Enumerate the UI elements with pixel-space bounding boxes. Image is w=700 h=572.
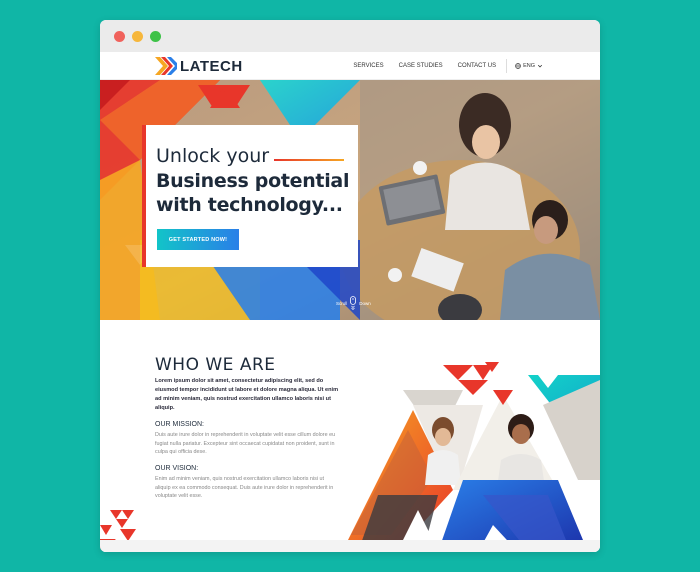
- mission-heading: OUR MISSION:: [155, 421, 205, 428]
- who-we-are-section: WHO WE ARE Lorem ipsum dolor sit amet, c…: [100, 320, 600, 552]
- hero-heading-line1: Unlock your: [156, 145, 270, 167]
- close-window-button[interactable]: [114, 31, 125, 42]
- down-label: Down: [359, 300, 371, 306]
- nav-case-studies[interactable]: CASE STUDIES: [399, 63, 443, 69]
- minimize-window-button[interactable]: [132, 31, 143, 42]
- language-selector[interactable]: ENG: [515, 63, 545, 69]
- scroll-label: Scroll: [336, 300, 348, 306]
- site-logo[interactable]: LATECH: [155, 57, 243, 75]
- hero-heading-line3: with technology...: [156, 194, 343, 216]
- vision-text: Enim ad minim veniam, quis nostrud exerc…: [155, 476, 334, 500]
- nav-services[interactable]: SERVICES: [353, 63, 383, 69]
- scroll-down-indicator[interactable]: Scroll Down: [336, 296, 371, 310]
- language-label: ENG: [523, 63, 535, 69]
- footer-strip: [100, 540, 600, 552]
- hero-heading-line2: Business potential: [156, 170, 350, 192]
- mouse-icon: [350, 296, 357, 310]
- mission-text: Duis aute irure dolor in reprehenderit i…: [155, 432, 336, 456]
- logo-text: LATECH: [180, 57, 243, 75]
- nav-divider: [506, 59, 508, 73]
- browser-window: LATECH SERVICES CASE STUDIES CONTACT US …: [100, 20, 600, 552]
- get-started-button[interactable]: GET STARTED NOW!: [157, 229, 239, 250]
- latech-logo-icon: [155, 57, 177, 75]
- browser-titlebar: [100, 20, 600, 52]
- maximize-window-button[interactable]: [150, 31, 161, 42]
- nav-contact-us[interactable]: CONTACT US: [458, 63, 496, 69]
- heading-accent-rule: [274, 159, 344, 161]
- vision-heading: OUR VISION:: [155, 465, 199, 472]
- team-photo-collage: [343, 362, 600, 552]
- hero-card: Unlock your Business potential with tech…: [142, 125, 358, 267]
- section-title: WHO WE ARE: [155, 355, 276, 375]
- globe-icon: [515, 63, 521, 69]
- site-navbar: LATECH SERVICES CASE STUDIES CONTACT US …: [100, 52, 600, 80]
- section-lead-text: Lorem ipsum dolor sit amet, consectetur …: [155, 378, 339, 411]
- nav-links: SERVICES CASE STUDIES CONTACT US ENG: [338, 52, 545, 80]
- hero-banner: Unlock your Business potential with tech…: [100, 80, 600, 320]
- chevron-down-icon: [537, 64, 543, 68]
